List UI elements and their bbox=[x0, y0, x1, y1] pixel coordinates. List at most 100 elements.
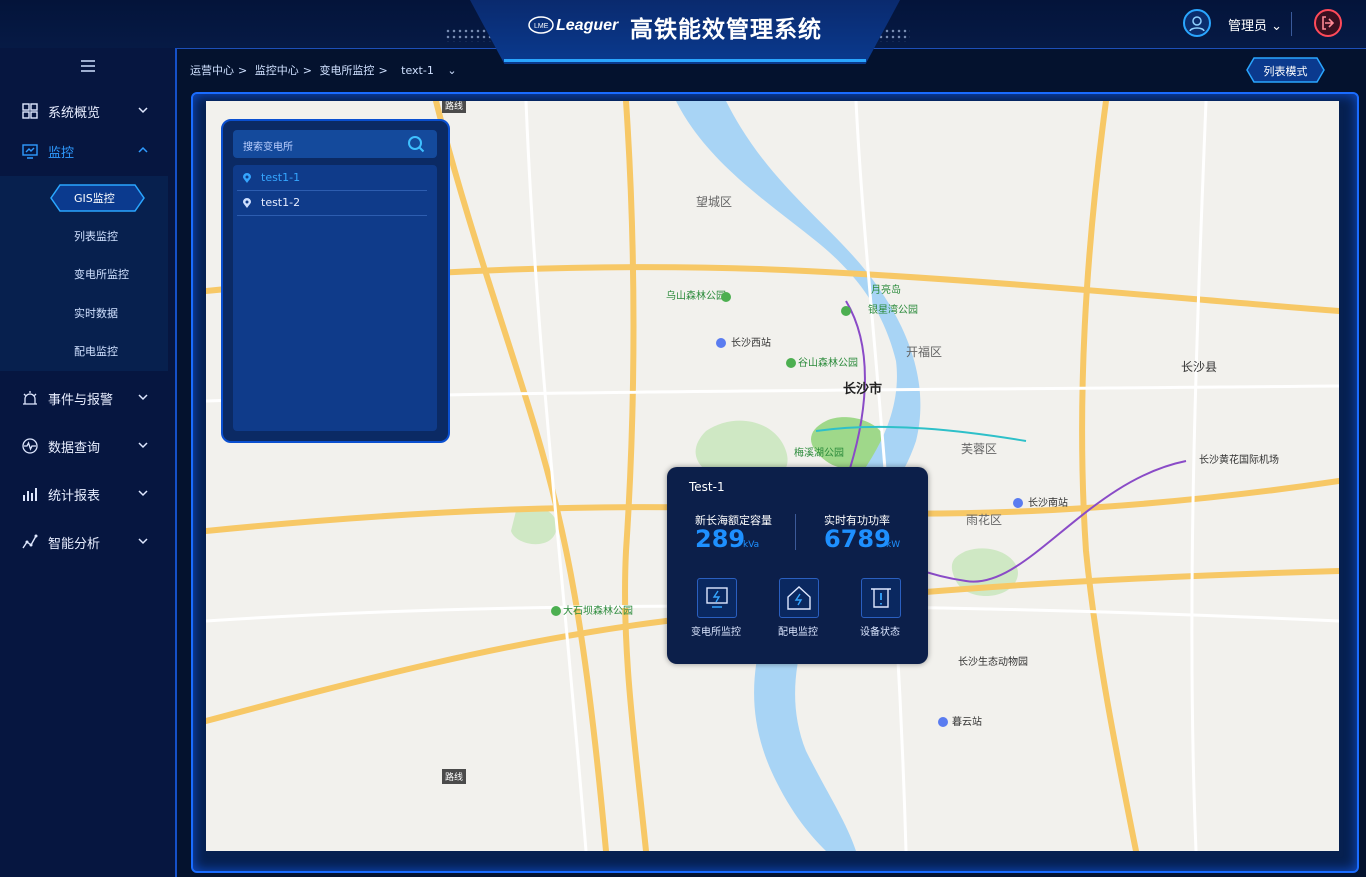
svg-text:长沙生态动物园: 长沙生态动物园 bbox=[958, 655, 1028, 668]
rated-capacity-unit: kVa bbox=[743, 540, 760, 550]
svg-text:长沙西站: 长沙西站 bbox=[731, 336, 771, 349]
search-placeholder: 搜索变电所 bbox=[243, 142, 293, 153]
submenu: GIS监控 列表监控 变电所监控 实时数据 配电监控 bbox=[0, 176, 168, 371]
list-mode-label: 列表模式 bbox=[1263, 65, 1308, 78]
sidebar-item-overview[interactable]: 系统概览 bbox=[0, 92, 168, 130]
search-icon[interactable] bbox=[407, 135, 425, 153]
chevron-down-icon bbox=[138, 490, 148, 497]
svg-text:长沙县: 长沙县 bbox=[1181, 360, 1217, 374]
substation-monitor-label: 变电所监控 bbox=[691, 627, 741, 638]
station-name: test1-1 bbox=[261, 171, 301, 184]
rated-capacity-value: 289 bbox=[695, 525, 746, 553]
alarm-icon bbox=[23, 391, 37, 405]
sidebar-item-label: 统计报表 bbox=[48, 489, 101, 504]
grid-icon bbox=[22, 103, 38, 119]
list-mode-button[interactable]: 列表模式 bbox=[1246, 57, 1325, 83]
sidebar-item-alarm[interactable]: 事件与报警 bbox=[0, 379, 168, 417]
analysis-icon bbox=[22, 534, 38, 549]
svg-text:谷山森林公园: 谷山森林公园 bbox=[798, 356, 858, 369]
svg-text:LME: LME bbox=[534, 23, 549, 30]
top-bar: LME Leaguer 高铁能效管理系统 管理员 ⌄ bbox=[0, 0, 1366, 64]
chevron-down-icon bbox=[138, 442, 148, 449]
substation-icon bbox=[706, 587, 728, 608]
monitor-icon bbox=[22, 144, 38, 159]
user-icon bbox=[1189, 16, 1205, 32]
active-power-unit: kW bbox=[886, 540, 901, 550]
app-title: 高铁能效管理系统 bbox=[630, 17, 822, 43]
station-search[interactable]: 搜索变电所 bbox=[233, 130, 437, 158]
chevron-down-icon bbox=[138, 538, 148, 545]
avatar[interactable] bbox=[1183, 9, 1211, 37]
breadcrumb-current[interactable]: text-1 bbox=[401, 64, 434, 77]
svg-text:芙蓉区: 芙蓉区 bbox=[961, 442, 997, 456]
hamburger-icon[interactable] bbox=[81, 60, 95, 72]
header-divider bbox=[1291, 12, 1292, 36]
svg-text:开福区: 开福区 bbox=[906, 344, 942, 359]
logout-icon bbox=[1322, 16, 1335, 30]
sidebar-item-label: 数据查询 bbox=[48, 441, 101, 456]
svg-text:雨花区: 雨花区 bbox=[966, 512, 1002, 527]
svg-text:暮云站: 暮云站 bbox=[952, 715, 982, 728]
chevron-down-icon bbox=[138, 394, 148, 401]
road-badge-bottom: 路线 bbox=[442, 769, 467, 784]
chevron-down-icon: ⌄ bbox=[1271, 19, 1283, 34]
submenu-item-list[interactable]: 列表监控 bbox=[0, 220, 168, 250]
distribution-monitor-button[interactable] bbox=[779, 578, 819, 618]
submenu-label: 实时数据 bbox=[74, 307, 118, 320]
distribution-monitor-label: 配电监控 bbox=[778, 627, 818, 638]
submenu-item-gis[interactable]: GIS监控 bbox=[0, 182, 168, 212]
active-power-value: 6789 bbox=[824, 525, 891, 553]
device-status-label: 设备状态 bbox=[860, 627, 900, 638]
station-panel: 搜索变电所 test1-1 test1-2 bbox=[221, 119, 450, 443]
sidebar-item-label: 系统概览 bbox=[48, 106, 101, 121]
submenu-item-realtime[interactable]: 实时数据 bbox=[0, 297, 168, 327]
station-item[interactable]: test1-1 bbox=[237, 166, 427, 191]
sidebar-item-monitor[interactable]: 监控 bbox=[0, 132, 168, 170]
user-menu[interactable]: 管理员 ⌄ bbox=[1228, 15, 1282, 34]
user-label: 管理员 bbox=[1228, 19, 1268, 34]
breadcrumb-item[interactable]: 监控中心 bbox=[255, 64, 299, 77]
submenu-item-distribution[interactable]: 配电监控 bbox=[0, 335, 168, 365]
submenu-label: 配电监控 bbox=[74, 345, 118, 358]
popup-title: Test-1 bbox=[689, 480, 725, 494]
svg-text:长沙黄花国际机场: 长沙黄花国际机场 bbox=[1199, 453, 1279, 466]
sidebar-item-label: 智能分析 bbox=[48, 537, 101, 552]
device-status-icon bbox=[871, 588, 891, 608]
distribution-icon bbox=[787, 586, 811, 610]
submenu-label: 列表监控 bbox=[74, 230, 118, 243]
svg-text:银星湾公园: 银星湾公园 bbox=[868, 303, 918, 316]
svg-text:Leaguer: Leaguer bbox=[556, 17, 619, 34]
location-pin-icon bbox=[243, 173, 251, 183]
road-badge-top: 路线 bbox=[442, 101, 467, 113]
metric-divider bbox=[795, 514, 796, 550]
chevron-down-icon[interactable]: ⌄ bbox=[447, 64, 456, 77]
location-pin-icon bbox=[243, 198, 251, 208]
station-popup: Test-1 新长海额定容量 289 kVa 实时有功功率 6789 kW 变电… bbox=[667, 467, 928, 664]
submenu-item-substation[interactable]: 变电所监控 bbox=[0, 258, 168, 288]
station-item[interactable]: test1-2 bbox=[237, 191, 427, 216]
svg-text:大石坝森林公园: 大石坝森林公园 bbox=[563, 604, 633, 617]
svg-text:望城区: 望城区 bbox=[696, 195, 732, 209]
sidebar-item-reports[interactable]: 统计报表 bbox=[0, 475, 168, 513]
device-status-button[interactable] bbox=[861, 578, 901, 618]
submenu-label: 变电所监控 bbox=[74, 268, 129, 281]
leaguer-logo: LME Leaguer bbox=[528, 16, 619, 34]
logout-button[interactable] bbox=[1314, 9, 1342, 37]
substation-monitor-button[interactable] bbox=[697, 578, 737, 618]
submenu-label: GIS监控 bbox=[74, 192, 115, 205]
breadcrumb-item[interactable]: 运营中心 bbox=[190, 64, 234, 77]
sidebar-item-analysis[interactable]: 智能分析 bbox=[0, 523, 168, 561]
svg-text:长沙南站: 长沙南站 bbox=[1028, 496, 1068, 509]
breadcrumb: 运营中心 > 监控中心 > 变电所监控 > text-1 ⌄ bbox=[190, 64, 457, 77]
svg-text:梅溪湖公园: 梅溪湖公园 bbox=[794, 446, 844, 459]
station-name: test1-2 bbox=[261, 196, 301, 209]
sidebar: 系统概览 监控 GIS监控 列表监控 变电所监控 实时数据 配电监控 事件与报警… bbox=[0, 48, 177, 877]
pulse-icon bbox=[22, 438, 38, 454]
chevron-up-icon bbox=[138, 146, 148, 153]
sidebar-item-query[interactable]: 数据查询 bbox=[0, 427, 168, 465]
sidebar-item-label: 监控 bbox=[48, 146, 75, 161]
breadcrumb-item[interactable]: 变电所监控 bbox=[319, 64, 374, 77]
svg-text:月亮岛: 月亮岛 bbox=[871, 283, 901, 296]
chevron-down-icon bbox=[138, 107, 148, 114]
station-list: test1-1 test1-2 bbox=[233, 165, 437, 431]
